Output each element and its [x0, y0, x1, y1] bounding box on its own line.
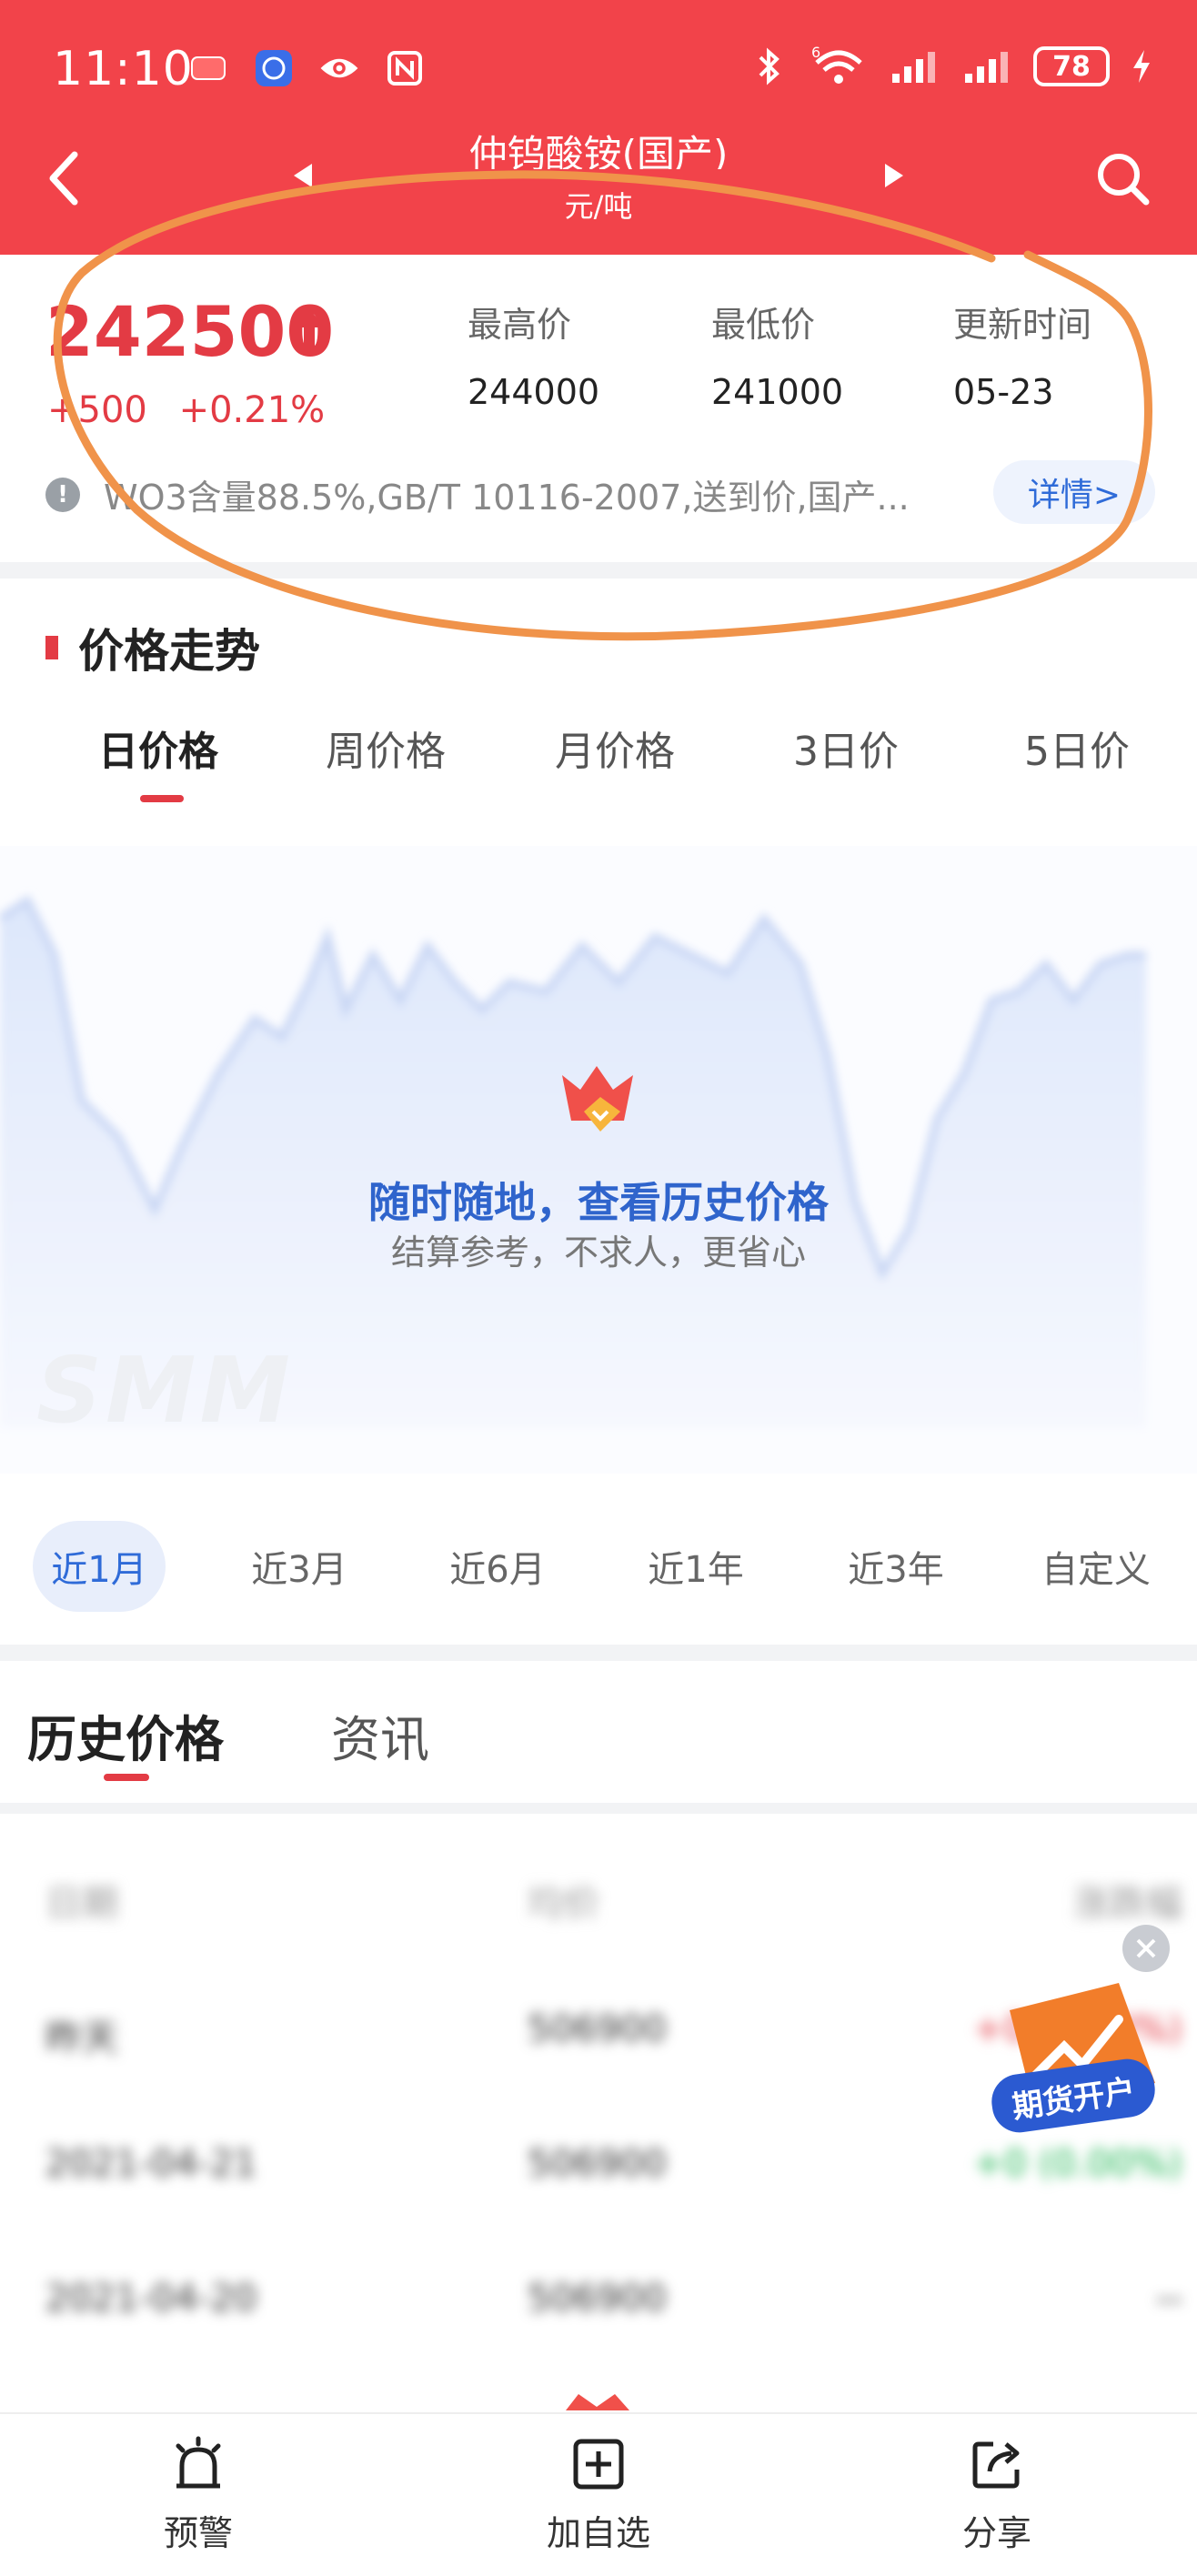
unlock-history-title: 随时随地，查看历史价格: [368, 1178, 829, 1227]
wifi-icon: 6: [810, 45, 868, 87]
charging-icon: [1130, 45, 1153, 87]
price-change: +500 +0.21%: [47, 389, 345, 431]
add-square-icon: [567, 2432, 630, 2496]
page-title: 仲钨酸铵(国产): [468, 132, 729, 169]
eye-icon: [318, 47, 360, 89]
next-item-button[interactable]: [873, 155, 915, 196]
close-promo-button[interactable]: [1122, 1925, 1170, 1972]
stat-updated: 更新时间 05-23: [953, 297, 1091, 412]
row-price: 506900: [528, 2143, 667, 2185]
share-icon: [965, 2432, 1029, 2496]
history-tabs: 历史价格 资讯: [0, 1683, 1197, 1801]
stat-high-value: 244000: [468, 372, 600, 412]
tab-history-price[interactable]: 历史价格: [27, 1699, 224, 1771]
header-change: 涨跌幅: [1073, 1883, 1182, 1925]
unlock-history-subtitle: 结算参考，不求人，更省心: [390, 1233, 806, 1273]
app-header: 11:10 6 78 仲钨酸铵(国产) 元/吨: [0, 0, 1197, 255]
details-button[interactable]: 详情>: [993, 460, 1155, 524]
tab-weekly-price[interactable]: 周价格: [326, 719, 446, 777]
table-header: 日期 均价 涨跌幅: [0, 1828, 1197, 1956]
tab-5day-price[interactable]: 5日价: [1024, 719, 1130, 777]
stat-high-label: 最高价: [468, 305, 572, 345]
section-marker: [45, 636, 58, 659]
change-percent: +0.21%: [178, 389, 326, 431]
battery-indicator: 78: [1033, 46, 1110, 86]
row-change: --: [1156, 2278, 1182, 2319]
section-divider: [0, 562, 1197, 579]
range-1-month[interactable]: 近1月: [33, 1521, 166, 1612]
status-left-icons: [187, 47, 426, 89]
header-date: 日期: [45, 1883, 118, 1925]
bottom-action-bar: 预警 加自选 分享: [0, 2412, 1197, 2576]
price-trend-header: 价格走势: [45, 615, 260, 680]
range-6-months[interactable]: 近6月: [431, 1521, 564, 1612]
add-watchlist-button[interactable]: 加自选: [498, 2432, 699, 2560]
quote-card: 242500 +500 +0.21% 最高价 244000 最低价 241000…: [0, 255, 1197, 562]
stat-low: 最低价 241000: [711, 297, 843, 412]
row-price: 506900: [528, 2008, 667, 2050]
smm-watermark: SMM: [36, 1337, 295, 1444]
stat-updated-label: 更新时间: [953, 305, 1092, 345]
shield-app-icon: [253, 47, 295, 89]
active-tab-indicator: [140, 795, 184, 802]
spec-text: WO3含量88.5%,GB/T 10116-2007,送到价,国产...: [104, 478, 910, 518]
bluetooth-icon: [748, 45, 790, 87]
tab-3day-price[interactable]: 3日价: [793, 719, 899, 777]
share-label: 分享: [961, 2513, 1031, 2553]
signal-icon-1: [888, 45, 940, 87]
range-1-year[interactable]: 近1年: [629, 1521, 762, 1612]
nav-bar: 仲钨酸铵(国产) 元/吨: [0, 127, 1197, 255]
range-custom[interactable]: 自定义: [1028, 1521, 1164, 1612]
close-icon: [1136, 1938, 1156, 1958]
status-bar: 11:10 6 78: [0, 0, 1197, 136]
tab-daily-price[interactable]: 日价格: [98, 719, 218, 777]
add-watchlist-label: 加自选: [546, 2513, 650, 2553]
range-tabs: 近1月 近3月 近6月 近1年 近3年 自定义: [0, 1521, 1197, 1621]
search-button[interactable]: [1084, 140, 1161, 216]
stat-updated-value: 05-23: [953, 372, 1054, 412]
period-tabs: 日价格 周价格 月价格 3日价 5日价: [0, 719, 1197, 819]
stat-high: 最高价 244000: [468, 297, 599, 412]
price-unit: 元/吨: [564, 189, 633, 224]
price-chart-locked[interactable]: SMM 随时随地，查看历史价格 结算参考，不求人，更省心: [0, 846, 1197, 1474]
battery-level: 78: [1052, 50, 1091, 83]
tab-monthly-price[interactable]: 月价格: [555, 719, 675, 777]
row-date: 昨天: [45, 2018, 118, 2059]
row-change: +0 (0.00%): [973, 2143, 1182, 2185]
alert-button[interactable]: 预警: [98, 2432, 298, 2560]
stat-low-label: 最低价: [711, 305, 816, 345]
alarm-icon: [166, 2432, 230, 2496]
status-time: 11:10: [53, 42, 194, 96]
change-absolute: +500: [47, 389, 147, 431]
nfc-icon: [384, 47, 426, 89]
table-row: 2021-04-20 506900 --: [0, 2232, 1197, 2360]
alert-label: 预警: [163, 2513, 233, 2553]
search-icon: [1098, 154, 1150, 206]
status-right-icons: 6 78: [748, 45, 1153, 87]
history-tab-indicator: [104, 1774, 149, 1781]
crown-logo-icon: [562, 1066, 633, 1132]
huawei-app-icon: [187, 47, 229, 89]
spec-description: ! WO3含量88.5%,GB/T 10116-2007,送到价,国产...: [45, 469, 940, 519]
info-icon: !: [45, 477, 80, 512]
wifi-6-label: 6: [811, 46, 820, 61]
range-3-months[interactable]: 近3月: [233, 1521, 366, 1612]
row-date: 2021-04-20: [45, 2278, 257, 2319]
share-button[interactable]: 分享: [897, 2432, 1097, 2560]
stat-low-value: 241000: [711, 372, 844, 412]
arrow-up-icon: [293, 309, 326, 353]
triangle-right-icon: [885, 164, 903, 187]
header-price: 均价: [528, 1883, 600, 1925]
range-3-years[interactable]: 近3年: [830, 1521, 962, 1612]
price-trend-title: 价格走势: [78, 625, 260, 678]
tab-news[interactable]: 资讯: [331, 1699, 429, 1771]
row-price: 506900: [528, 2278, 667, 2319]
section-divider-3: [0, 1803, 1197, 1814]
row-date: 2021-04-21: [45, 2143, 257, 2185]
section-divider-2: [0, 1645, 1197, 1661]
signal-icon-2: [961, 45, 1013, 87]
